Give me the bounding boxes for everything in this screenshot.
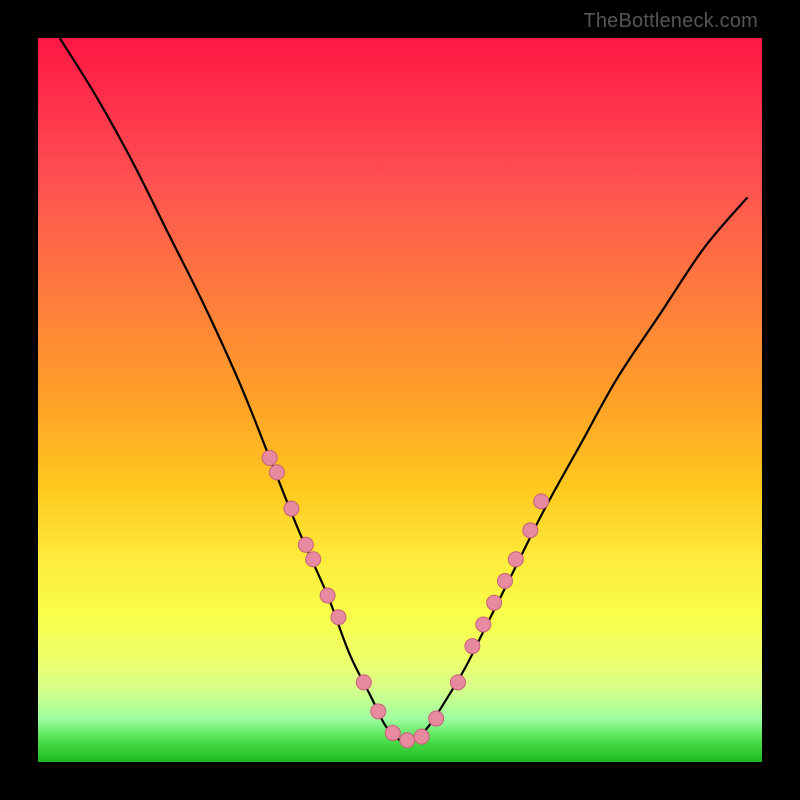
- marker-dot: [385, 726, 400, 741]
- marker-dot: [371, 704, 386, 719]
- curve-path: [60, 38, 748, 742]
- marker-dot: [534, 494, 549, 509]
- marker-dot: [476, 617, 491, 632]
- marker-dot: [356, 675, 371, 690]
- marker-dot: [508, 552, 523, 567]
- marker-dot: [465, 639, 480, 654]
- marker-dot: [306, 552, 321, 567]
- marker-dot: [414, 729, 429, 744]
- plot-gradient-background: [38, 38, 762, 762]
- marker-group: [262, 450, 549, 747]
- marker-dot: [320, 588, 335, 603]
- marker-dot: [262, 450, 277, 465]
- watermark-text: TheBottleneck.com: [583, 10, 758, 33]
- marker-dot: [429, 711, 444, 726]
- marker-dot: [450, 675, 465, 690]
- marker-dot: [400, 733, 415, 748]
- marker-dot: [284, 501, 299, 516]
- marker-dot: [523, 523, 538, 538]
- marker-dot: [269, 465, 284, 480]
- chart-svg: [38, 38, 762, 762]
- marker-dot: [298, 537, 313, 552]
- marker-dot: [331, 610, 346, 625]
- marker-dot: [487, 595, 502, 610]
- marker-dot: [497, 574, 512, 589]
